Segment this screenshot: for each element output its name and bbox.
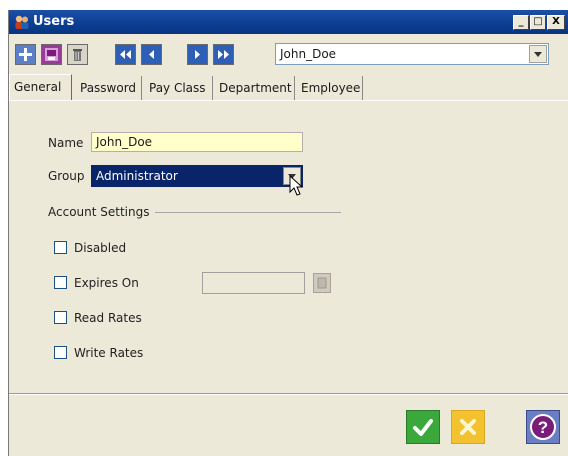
help-button[interactable]: ?: [526, 410, 560, 444]
expires-on-calendar-button[interactable]: [313, 273, 331, 293]
tab-pay-class[interactable]: Pay Class: [145, 76, 213, 100]
users-window: Users _ □ X John_Doe General Password Pa…: [8, 10, 568, 456]
write-rates-label: Write Rates: [74, 346, 144, 360]
read-rates-label: Read Rates: [74, 311, 142, 325]
chevron-down-icon: [534, 52, 542, 57]
question-mark-icon: ?: [530, 414, 556, 440]
users-app-icon: [15, 15, 29, 29]
group-select-value: Administrator: [96, 169, 178, 183]
expires-on-checkbox[interactable]: [54, 276, 67, 289]
tab-department[interactable]: Department: [215, 76, 295, 100]
write-rates-checkbox[interactable]: [54, 346, 67, 359]
tab-divider: [9, 100, 568, 101]
name-input[interactable]: John_Doe: [91, 132, 303, 152]
save-icon: [45, 48, 58, 61]
svg-text:?: ?: [538, 418, 548, 437]
group-select[interactable]: Administrator: [91, 165, 303, 187]
name-input-value: John_Doe: [96, 135, 153, 149]
name-label: Name: [48, 136, 84, 150]
group-label: Group: [48, 169, 85, 183]
checkmark-icon: [413, 419, 433, 436]
next-record-button[interactable]: [187, 44, 208, 65]
calendar-icon: [317, 277, 327, 289]
tab-general[interactable]: General: [9, 74, 72, 100]
tab-employee-label: Employee: [301, 81, 361, 95]
tab-pay-class-label: Pay Class: [149, 81, 206, 95]
expires-on-label: Expires On: [74, 276, 139, 290]
trash-icon: [73, 49, 82, 61]
cancel-x-icon: [460, 419, 476, 435]
tab-employee[interactable]: Employee: [297, 76, 363, 100]
account-settings-divider: [155, 212, 341, 213]
tab-department-label: Department: [219, 81, 292, 95]
footer-divider-highlight: [9, 394, 568, 395]
ok-button[interactable]: [406, 410, 440, 444]
plus-icon: [19, 48, 32, 61]
window-title: Users: [33, 14, 75, 29]
expires-on-date-input[interactable]: [202, 272, 305, 294]
first-record-button[interactable]: [115, 44, 136, 65]
record-select-dropdown-button[interactable]: [529, 45, 547, 63]
minimize-button[interactable]: _: [513, 15, 529, 30]
add-button[interactable]: [15, 44, 36, 65]
mouse-cursor-icon: [289, 175, 304, 196]
save-button[interactable]: [41, 44, 62, 65]
close-icon: X: [552, 16, 560, 27]
delete-button[interactable]: [67, 44, 88, 65]
tab-password[interactable]: Password: [76, 76, 142, 100]
last-record-icon: [218, 50, 229, 59]
tab-general-label: General: [14, 80, 62, 94]
disabled-label: Disabled: [74, 241, 127, 255]
close-button[interactable]: X: [547, 15, 565, 30]
title-bar[interactable]: Users _ □ X: [9, 10, 568, 34]
record-toolbar: John_Doe: [9, 34, 568, 66]
record-select-value: John_Doe: [280, 47, 337, 61]
minimize-icon: _: [518, 16, 524, 27]
previous-record-icon: [149, 50, 154, 59]
record-select[interactable]: John_Doe: [275, 43, 549, 65]
tab-bar: General Password Pay Class Department Em…: [9, 74, 568, 100]
last-record-button[interactable]: [213, 44, 234, 65]
tab-password-label: Password: [80, 81, 137, 95]
account-settings-heading: Account Settings: [48, 205, 150, 219]
restore-button[interactable]: □: [530, 15, 546, 30]
previous-record-button[interactable]: [141, 44, 162, 65]
next-record-icon: [195, 50, 200, 59]
first-record-icon: [120, 50, 131, 59]
cancel-button[interactable]: [451, 410, 485, 444]
restore-icon: □: [533, 16, 543, 27]
disabled-checkbox[interactable]: [54, 241, 67, 254]
read-rates-checkbox[interactable]: [54, 311, 67, 324]
